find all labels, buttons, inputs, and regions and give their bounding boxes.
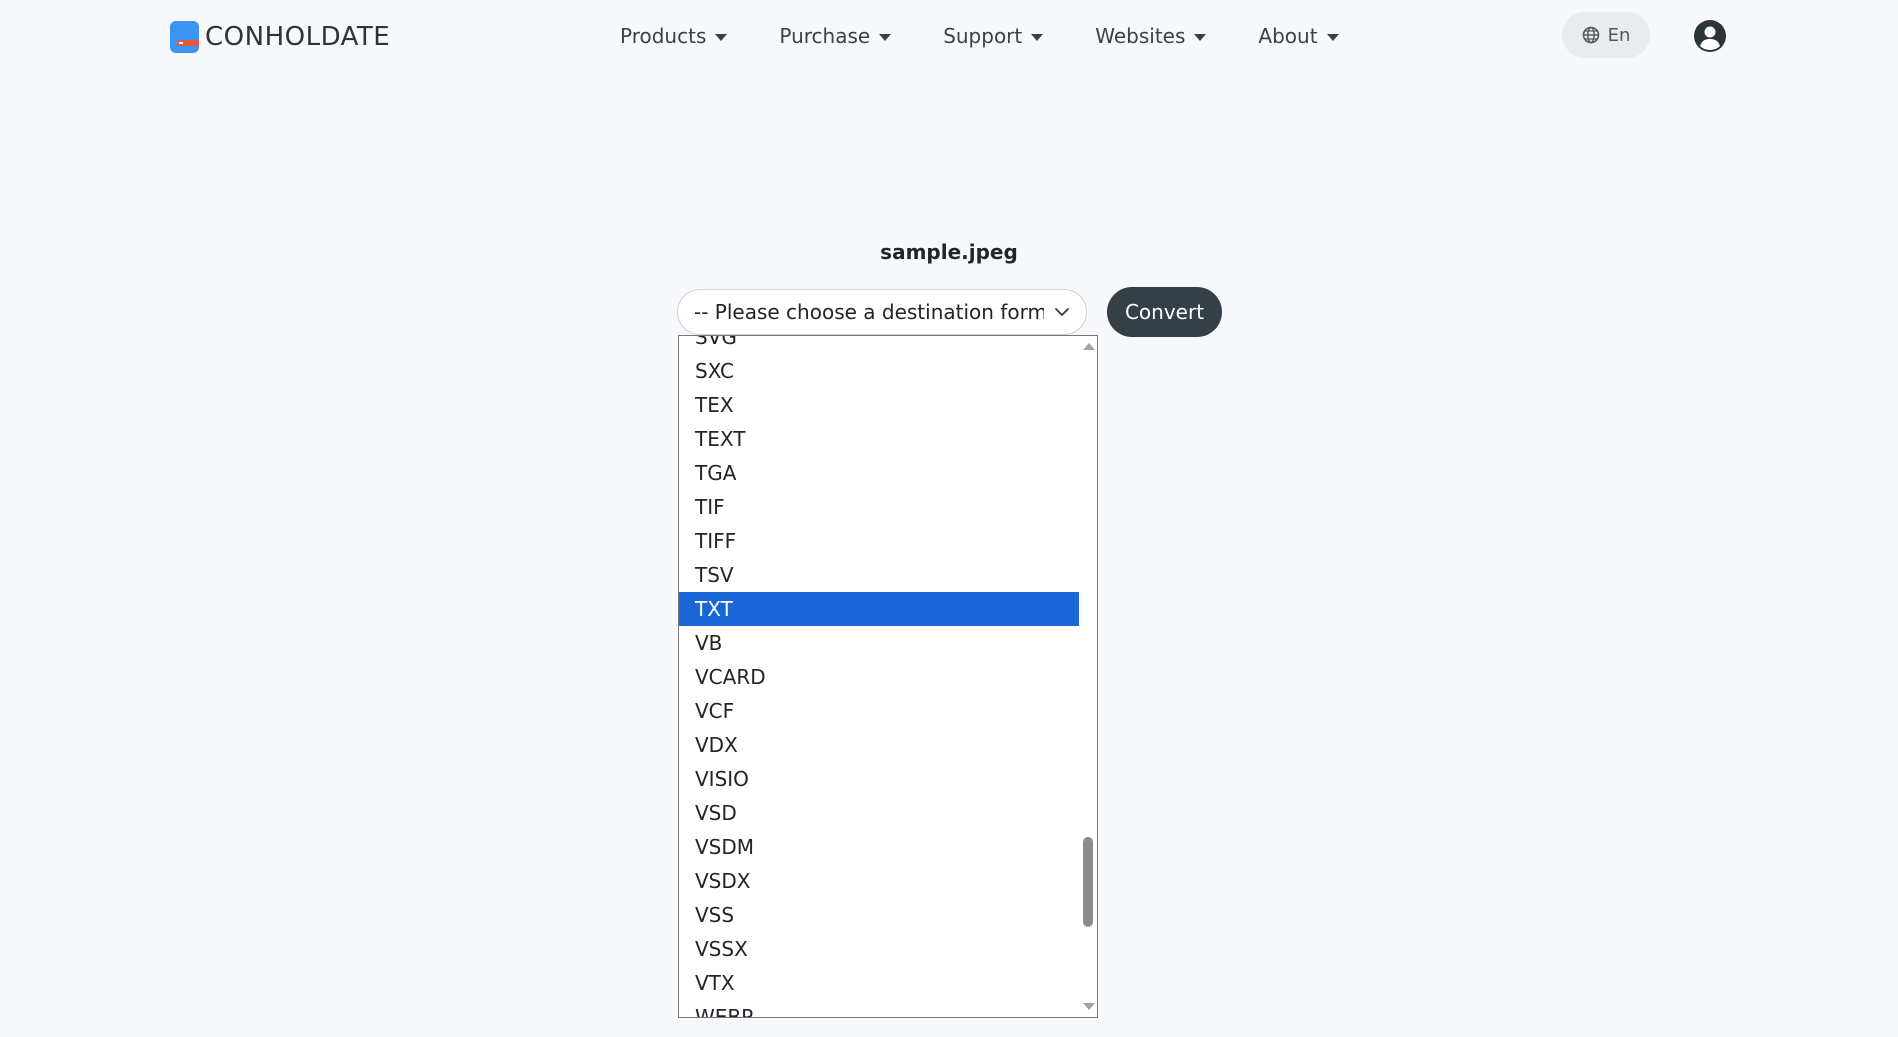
language-label: En xyxy=(1607,24,1631,46)
convert-button[interactable]: Convert xyxy=(1107,287,1222,337)
main-nav: Products Purchase Support Websites About xyxy=(620,22,1391,50)
dropdown-scrollbar[interactable] xyxy=(1079,336,1097,1017)
nav-item-support[interactable]: Support xyxy=(943,22,1044,50)
conholdate-logo[interactable]: CONHOLDATE xyxy=(169,19,390,55)
list-item[interactable]: VTX xyxy=(679,966,1079,1000)
select-placeholder: -- Please choose a destination format -- xyxy=(694,300,1044,324)
conholdate-logo-icon xyxy=(170,21,199,53)
list-item[interactable]: TIFF xyxy=(679,524,1079,558)
list-item[interactable]: VSS xyxy=(679,898,1079,932)
list-item[interactable]: TIF xyxy=(679,490,1079,524)
scrollbar-thumb[interactable] xyxy=(1083,837,1093,927)
nav-item-label: Products xyxy=(620,24,707,48)
list-item[interactable]: SVG xyxy=(679,336,1079,354)
list-item[interactable]: VSDM xyxy=(679,830,1079,864)
caret-down-icon xyxy=(1031,33,1044,41)
list-item[interactable]: WEBP xyxy=(679,1000,1079,1017)
list-item[interactable]: TGA xyxy=(679,456,1079,490)
list-item-selected[interactable]: TXT xyxy=(679,592,1079,626)
nav-item-websites[interactable]: Websites xyxy=(1095,22,1207,50)
nav-item-label: Websites xyxy=(1095,24,1186,48)
list-item[interactable]: TSV xyxy=(679,558,1079,592)
scroll-down-arrow-icon[interactable] xyxy=(1083,1003,1095,1010)
list-item[interactable]: VCF xyxy=(679,694,1079,728)
globe-icon xyxy=(1582,26,1599,44)
nav-item-label: Purchase xyxy=(779,24,871,48)
destination-format-select[interactable]: -- Please choose a destination format -- xyxy=(677,289,1087,335)
caret-down-icon xyxy=(1194,33,1207,41)
list-item[interactable]: VSDX xyxy=(679,864,1079,898)
list-item[interactable]: VB xyxy=(679,626,1079,660)
list-item[interactable]: VDX xyxy=(679,728,1079,762)
list-item[interactable]: VSD xyxy=(679,796,1079,830)
caret-down-icon xyxy=(1326,33,1339,41)
scroll-up-arrow-icon[interactable] xyxy=(1083,343,1095,350)
list-item[interactable]: TEX xyxy=(679,388,1079,422)
list-item[interactable]: SXC xyxy=(679,354,1079,388)
logo-text: CONHOLDATE xyxy=(205,22,391,52)
nav-item-label: Support xyxy=(943,24,1023,48)
top-navbar: CONHOLDATE Products Purchase Support Web… xyxy=(0,0,1898,72)
uploaded-file-name: sample.jpeg xyxy=(880,240,1018,264)
format-options: SVG SXC TEX TEXT TGA TIF TIFF TSV TXT VB… xyxy=(679,336,1079,1017)
list-item[interactable]: TEXT xyxy=(679,422,1079,456)
nav-item-products[interactable]: Products xyxy=(620,22,728,50)
caret-down-icon xyxy=(879,33,892,41)
nav-item-label: About xyxy=(1258,24,1318,48)
nav-item-purchase[interactable]: Purchase xyxy=(779,22,892,50)
language-button[interactable]: En xyxy=(1562,12,1650,58)
nav-item-about[interactable]: About xyxy=(1258,22,1339,50)
caret-down-icon xyxy=(715,33,728,41)
list-item[interactable]: VISIO xyxy=(679,762,1079,796)
chevron-down-icon xyxy=(1055,308,1069,316)
list-item[interactable]: VCARD xyxy=(679,660,1079,694)
format-dropdown-list[interactable]: SVG SXC TEX TEXT TGA TIF TIFF TSV TXT VB… xyxy=(678,335,1098,1018)
user-account-icon[interactable] xyxy=(1693,19,1727,53)
list-item[interactable]: VSSX xyxy=(679,932,1079,966)
